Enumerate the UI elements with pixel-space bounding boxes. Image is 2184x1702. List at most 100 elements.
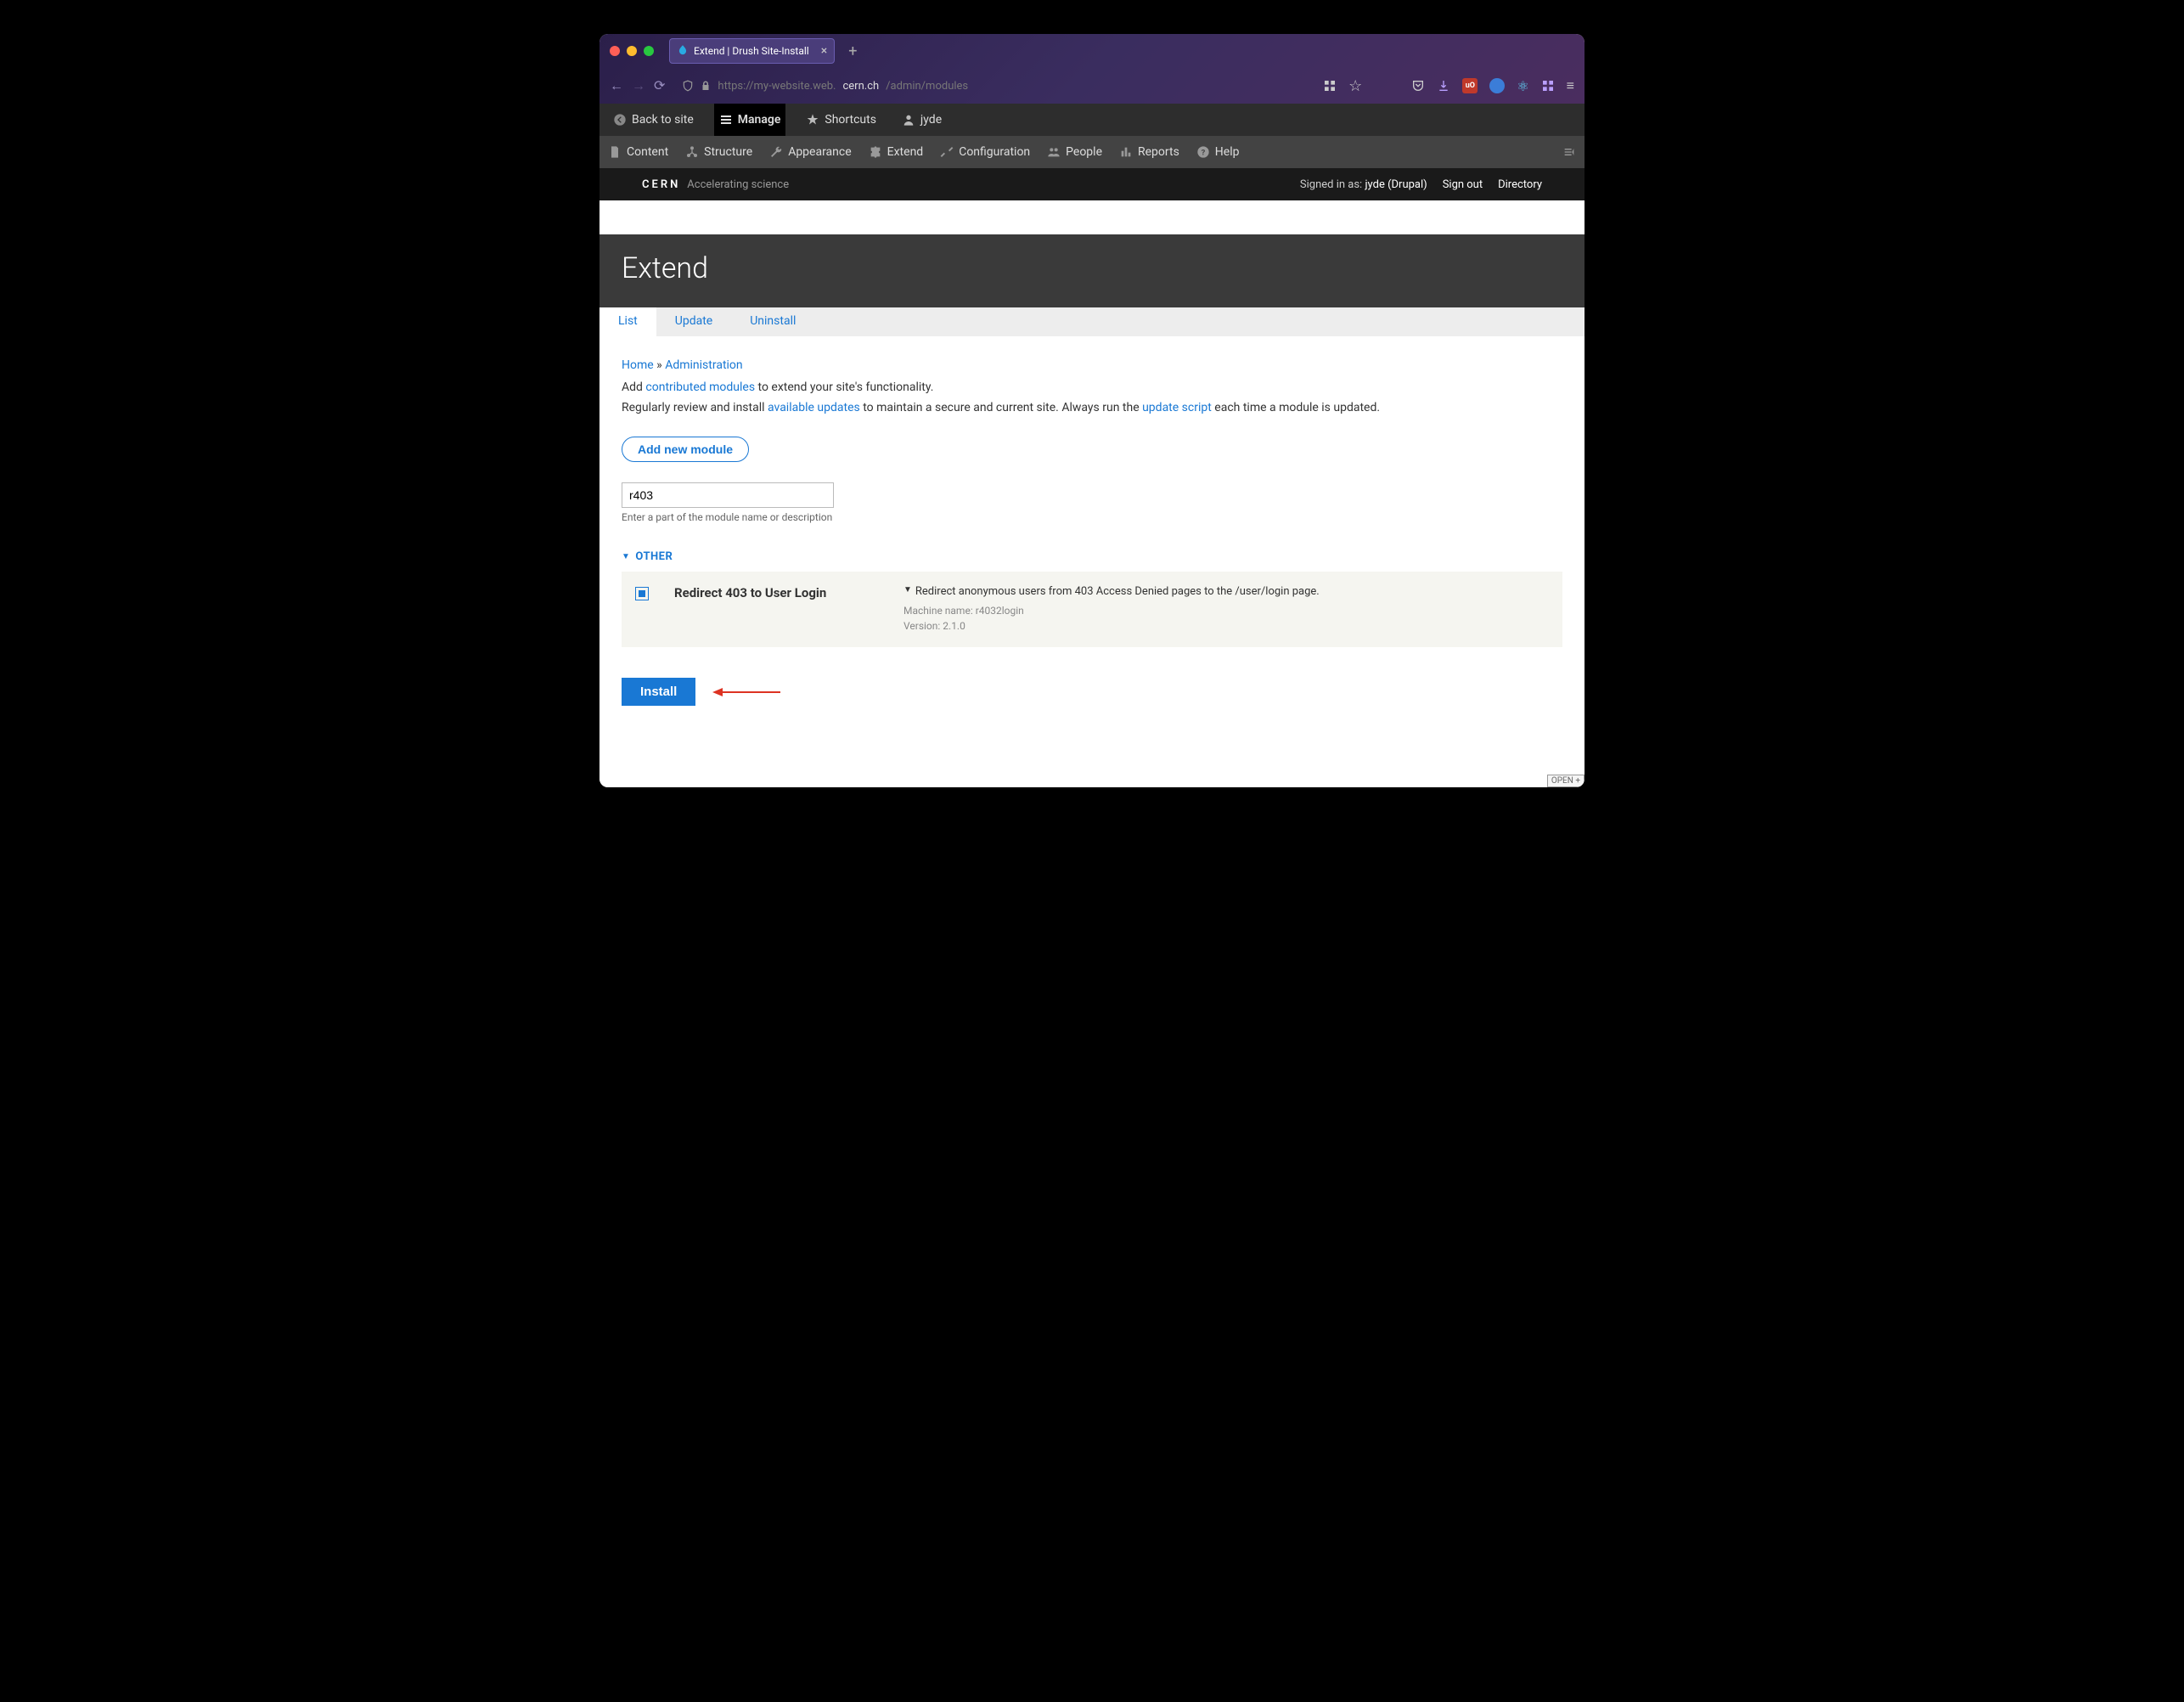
nav-reports[interactable]: Reports [1119,145,1179,159]
directory-link[interactable]: Directory [1498,178,1542,191]
back-to-site-link[interactable]: Back to site [608,104,699,136]
nav-structure[interactable]: Structure [685,145,752,159]
tab-list[interactable]: List [599,307,656,336]
page-title: Extend [622,251,1562,285]
browser-chrome: Extend | Drush Site-Install × + ← → ⟳ ht… [599,34,1585,104]
main-content: Home » Administration Add contributed mo… [599,336,1585,787]
nav-appearance-label: Appearance [788,145,851,159]
cern-logo[interactable]: CERN [642,178,680,191]
minimize-window-icon[interactable] [627,46,637,56]
file-icon [608,145,622,159]
back-to-site-label: Back to site [632,113,694,127]
shield-icon [682,80,694,92]
spacer [599,200,1585,234]
close-tab-icon[interactable]: × [821,44,827,58]
checkbox-indeterminate-icon [639,590,645,597]
page-header: Extend [599,234,1585,307]
module-details: ▼ Redirect anonymous users from 403 Acce… [903,585,1549,634]
tools-icon [940,145,954,159]
module-description: Redirect anonymous users from 403 Access… [915,585,1320,598]
address-bar: ← → ⟳ https://my-website.web.cern.ch/adm… [599,68,1585,104]
chevron-left-icon [613,113,627,127]
download-icon[interactable] [1437,79,1450,93]
module-checkbox[interactable] [635,587,649,600]
browser-tab[interactable]: Extend | Drush Site-Install × [669,38,835,64]
shortcuts-link[interactable]: Shortcuts [801,104,881,136]
grid-icon[interactable] [1323,79,1337,93]
apps-icon[interactable] [1541,79,1555,93]
nav-people-label: People [1066,145,1102,159]
menu-icon[interactable]: ≡ [1567,77,1574,94]
install-button[interactable]: Install [622,678,695,706]
add-new-module-button[interactable]: Add new module [622,437,749,462]
pocket-icon[interactable] [1411,79,1425,93]
drupal-icon [677,44,689,59]
tab-title: Extend | Drush Site-Install [694,45,809,57]
nav-buttons: ← → ⟳ [610,77,665,94]
update-script-link[interactable]: update script [1142,401,1212,414]
url-prefix: https://my-website.web. [718,80,836,93]
drupal-toolbar-secondary: Content Structure Appearance Extend Conf… [599,136,1585,168]
module-machine-name: Machine name: r4032login [903,603,1549,618]
cern-bar: CERN Accelerating science Signed in as: … [599,168,1585,200]
nav-people[interactable]: People [1047,145,1102,159]
shortcuts-label: Shortcuts [825,113,876,127]
react-icon[interactable]: ⚛ [1517,78,1528,94]
star-icon [806,113,819,127]
nav-help-label: Help [1215,145,1240,159]
module-description-toggle[interactable]: ▼ Redirect anonymous users from 403 Acce… [903,585,1549,598]
ublock-icon[interactable]: uO [1462,78,1478,93]
forward-icon[interactable]: → [632,77,645,94]
lock-icon [701,80,711,92]
tab-uninstall[interactable]: Uninstall [731,307,814,336]
nav-help[interactable]: ? Help [1196,145,1240,159]
help-icon: ? [1196,145,1210,159]
cern-tagline: Accelerating science [687,178,789,191]
nav-structure-label: Structure [704,145,752,159]
nav-content[interactable]: Content [608,145,668,159]
drupal-toolbar-primary: Back to site Manage Shortcuts jyde [599,104,1585,136]
nav-configuration-label: Configuration [959,145,1030,159]
people-icon [1047,145,1061,159]
user-icon [902,113,915,127]
back-icon[interactable]: ← [610,77,623,94]
addr-bar-icons: ☆ uO ⚛ ≡ [1323,77,1574,95]
maximize-window-icon[interactable] [644,46,654,56]
nav-content-label: Content [627,145,668,159]
url-display[interactable]: https://my-website.web.cern.ch/admin/mod… [675,80,1313,93]
open-badge[interactable]: OPEN + [1547,775,1585,787]
nav-appearance[interactable]: Appearance [769,145,851,159]
new-tab-button[interactable]: + [848,42,857,60]
breadcrumb: Home » Administration [622,358,1562,372]
breadcrumb-admin[interactable]: Administration [665,358,742,372]
reload-icon[interactable]: ⟳ [654,77,665,94]
manage-label: Manage [738,113,781,127]
nav-reports-label: Reports [1138,145,1179,159]
url-domain: cern.ch [842,80,879,93]
nav-extend-label: Extend [887,145,924,159]
user-menu[interactable]: jyde [897,104,947,136]
module-name: Redirect 403 to User Login [674,585,878,634]
tab-strip: Extend | Drush Site-Install × + [599,34,1585,68]
triangle-down-icon: ▼ [622,552,630,561]
triangle-down-icon: ▼ [903,585,912,598]
nav-extend[interactable]: Extend [869,145,924,159]
orientation-toggle-icon[interactable] [1562,145,1576,159]
contributed-modules-link[interactable]: contributed modules [645,380,755,394]
breadcrumb-home[interactable]: Home [622,358,654,372]
browser-window: Extend | Drush Site-Install × + ← → ⟳ ht… [599,34,1585,787]
close-window-icon[interactable] [610,46,620,56]
window-controls [610,46,654,56]
manage-toggle[interactable]: Manage [714,104,786,136]
bookmark-icon[interactable]: ☆ [1348,77,1362,95]
hierarchy-icon [685,145,699,159]
extension-icon[interactable] [1489,78,1505,93]
local-tabs: List Update Uninstall [599,307,1585,336]
available-updates-link[interactable]: available updates [768,401,860,414]
module-row: Redirect 403 to User Login ▼ Redirect an… [622,572,1562,647]
nav-configuration[interactable]: Configuration [940,145,1030,159]
tab-update[interactable]: Update [656,307,731,336]
module-filter-input[interactable] [622,482,834,508]
section-toggle-other[interactable]: ▼ OTHER [622,550,1562,563]
sign-out-link[interactable]: Sign out [1443,178,1483,191]
